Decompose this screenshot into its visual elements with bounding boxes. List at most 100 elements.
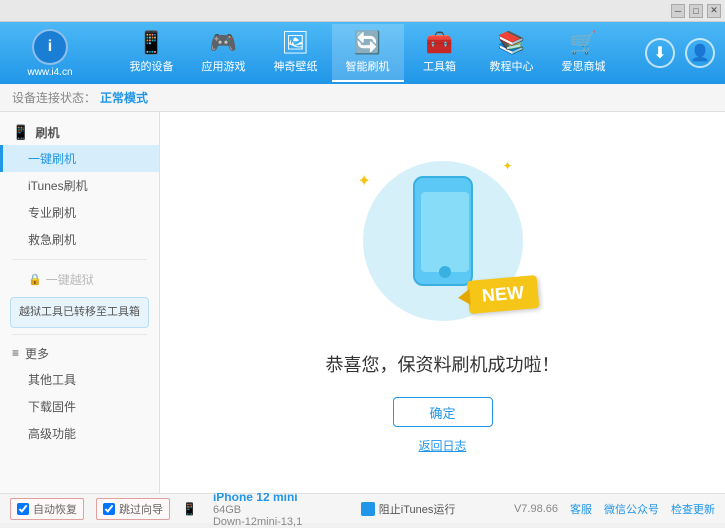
success-illustration: ✦ ✦ NEW (353, 151, 533, 331)
sidebar-item-other-tools[interactable]: 其他工具 (0, 366, 159, 393)
pro-flash-label: 专业刷机 (28, 206, 76, 220)
tools-icon: 🧰 (426, 30, 453, 56)
device-storage: 64GB (213, 504, 302, 516)
logo-url: www.i4.cn (27, 67, 72, 78)
mall-label: 爱思商城 (562, 58, 606, 74)
sidebar-divider-1 (12, 259, 147, 260)
sidebar-item-one-click-flash[interactable]: 一键刷机 (0, 145, 159, 172)
skip-wizard-input[interactable] (103, 503, 115, 515)
sparkle-2: ✦ (502, 159, 512, 173)
bottom-bar: 自动恢复 跳过向导 📱 iPhone 12 mini 64GB Down-12m… (0, 493, 725, 523)
nav-apps-games[interactable]: 🎮 应用游戏 (188, 24, 260, 82)
nav-smart-flash[interactable]: 🔄 智能刷机 (332, 24, 404, 82)
title-bar: ─ □ ✕ (0, 0, 725, 22)
device-details: iPhone 12 mini 64GB Down-12mini-13,1 (213, 490, 302, 528)
flash-section-icon: 📱 (12, 124, 29, 141)
success-title: 恭喜您，保资料刷机成功啦！ (326, 351, 560, 377)
my-device-icon: 📱 (138, 30, 165, 56)
flash-section-label: 刷机 (35, 124, 59, 141)
logo: i www.i4.cn (10, 29, 90, 78)
close-button[interactable]: ✕ (707, 4, 721, 18)
device-version: Down-12mini-13,1 (213, 516, 302, 528)
check-update-link[interactable]: 检查更新 (671, 501, 715, 517)
new-badge: NEW (466, 275, 539, 314)
skip-wizard-checkbox[interactable]: 跳过向导 (96, 498, 170, 520)
nav-my-device[interactable]: 📱 我的设备 (116, 24, 188, 82)
sidebar-item-download-firmware[interactable]: 下载固件 (0, 393, 159, 420)
stop-itunes-icon (361, 502, 375, 516)
jailbreak-notice-text: 越狱工具已转移至工具箱 (19, 306, 140, 318)
logo-circle: i (32, 29, 68, 65)
apps-games-label: 应用游戏 (202, 58, 246, 74)
back-link[interactable]: 返回日志 (418, 437, 466, 454)
more-section-icon: ≡ (12, 346, 19, 360)
advanced-label: 高级功能 (28, 427, 76, 441)
maximize-button[interactable]: □ (689, 4, 703, 18)
sidebar: 📱 刷机 一键刷机 iTunes刷机 专业刷机 救急刷机 🔒 一键越狱 越狱工具… (0, 112, 160, 493)
window-controls[interactable]: ─ □ ✕ (671, 4, 721, 18)
more-section-title: ≡ 更多 (0, 341, 159, 366)
sidebar-item-itunes-flash[interactable]: iTunes刷机 (0, 172, 159, 199)
auto-restore-input[interactable] (17, 503, 29, 515)
customer-service-link[interactable]: 客服 (570, 501, 592, 517)
apps-games-icon: 🎮 (210, 30, 237, 56)
sparkle-1: ✦ (358, 171, 371, 191)
wallpaper-icon: 🖼 (282, 30, 310, 56)
wechat-link[interactable]: 微信公众号 (604, 501, 659, 517)
sidebar-item-advanced[interactable]: 高级功能 (0, 420, 159, 447)
my-device-label: 我的设备 (130, 58, 174, 74)
bottom-center: 阻止iTunes运行 (361, 501, 456, 517)
bottom-left: 自动恢复 跳过向导 📱 iPhone 12 mini 64GB Down-12m… (10, 490, 302, 528)
sidebar-item-recovery-flash[interactable]: 救急刷机 (0, 226, 159, 253)
tools-label: 工具箱 (423, 58, 456, 74)
stop-itunes-label: 阻止iTunes运行 (379, 501, 456, 517)
tutorials-icon: 📚 (498, 30, 525, 56)
nav-tutorials[interactable]: 📚 教程中心 (476, 24, 548, 82)
more-section-label: 更多 (25, 345, 49, 362)
jailbreak-notice: 越狱工具已转移至工具箱 (10, 297, 149, 328)
smart-flash-label: 智能刷机 (346, 58, 390, 74)
mall-icon: 🛒 (570, 30, 597, 56)
phone-button (439, 266, 451, 278)
nav-mall[interactable]: 🛒 爱思商城 (548, 24, 620, 82)
bottom-right: V7.98.66 客服 微信公众号 检查更新 (514, 501, 715, 517)
flash-section-title: 📱 刷机 (0, 120, 159, 145)
status-value: 正常模式 (100, 89, 148, 106)
jailbreak-section: 🔒 一键越狱 (0, 266, 159, 293)
device-info: 📱 (182, 502, 201, 516)
itunes-flash-label: iTunes刷机 (28, 179, 88, 193)
main-layout: 📱 刷机 一键刷机 iTunes刷机 专业刷机 救急刷机 🔒 一键越狱 越狱工具… (0, 112, 725, 493)
user-button[interactable]: 👤 (685, 38, 715, 68)
lock-icon: 🔒 (28, 273, 42, 286)
confirm-button[interactable]: 确定 (393, 397, 493, 427)
status-label: 设备连接状态： (12, 89, 96, 106)
jailbreak-label: 一键越狱 (46, 271, 94, 288)
sidebar-item-pro-flash[interactable]: 专业刷机 (0, 199, 159, 226)
sidebar-divider-2 (12, 334, 147, 335)
wallpaper-label: 神奇壁纸 (274, 58, 318, 74)
version-info: V7.98.66 (514, 503, 558, 515)
recovery-flash-label: 救急刷机 (28, 233, 76, 247)
nav-right-buttons: ⬇ 👤 (645, 38, 715, 68)
phone-img (408, 166, 478, 296)
auto-restore-label: 自动恢复 (33, 501, 77, 517)
other-tools-label: 其他工具 (28, 373, 76, 387)
tutorials-label: 教程中心 (490, 58, 534, 74)
minimize-button[interactable]: ─ (671, 4, 685, 18)
download-firmware-label: 下载固件 (28, 400, 76, 414)
phone-body (413, 176, 473, 286)
content-area: ✦ ✦ NEW 恭喜您，保资料刷机成功啦！ 确定 返回日志 (160, 112, 725, 493)
nav-bar: i www.i4.cn 📱 我的设备 🎮 应用游戏 🖼 神奇壁纸 🔄 智能刷机 … (0, 22, 725, 84)
download-button[interactable]: ⬇ (645, 38, 675, 68)
logo-symbol: i (48, 38, 52, 56)
nav-wallpaper[interactable]: 🖼 神奇壁纸 (260, 24, 332, 82)
skip-wizard-label: 跳过向导 (119, 501, 163, 517)
smart-flash-icon: 🔄 (354, 30, 381, 56)
phone-screen (421, 192, 469, 272)
stop-itunes[interactable]: 阻止iTunes运行 (361, 501, 456, 517)
nav-items: 📱 我的设备 🎮 应用游戏 🖼 神奇壁纸 🔄 智能刷机 🧰 工具箱 📚 教程中心… (100, 24, 635, 82)
one-click-flash-label: 一键刷机 (28, 152, 76, 166)
status-bar: 设备连接状态： 正常模式 (0, 84, 725, 112)
auto-restore-checkbox[interactable]: 自动恢复 (10, 498, 84, 520)
nav-tools[interactable]: 🧰 工具箱 (404, 24, 476, 82)
